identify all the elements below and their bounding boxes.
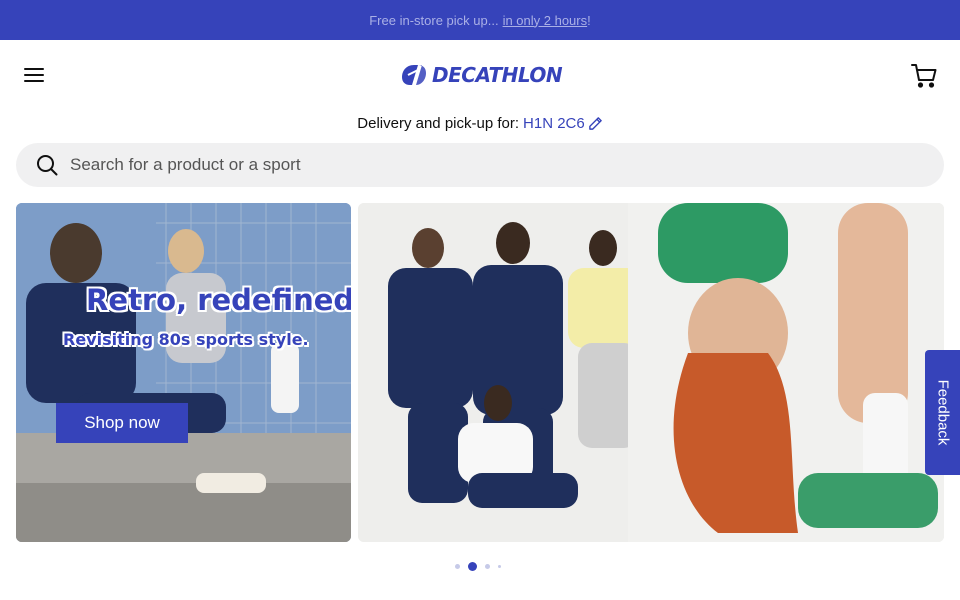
logo-text: DECATHLON — [432, 63, 563, 87]
promo-text: Free in-store pick up... — [369, 12, 499, 28]
delivery-location: Delivery and pick-up for: H1N 2C6 — [0, 112, 960, 134]
promo-suffix: ! — [587, 12, 591, 28]
site-header: DECATHLON — [0, 40, 960, 110]
hero-subtitle: Revisiting 80s sports style. — [63, 330, 309, 349]
postal-code: H1N 2C6 — [523, 114, 585, 132]
carousel-dot[interactable] — [455, 563, 460, 569]
delivery-label: Delivery and pick-up for: — [357, 114, 520, 132]
carousel-pagination — [455, 561, 520, 571]
postal-code-button[interactable]: H1N 2C6 — [523, 115, 603, 132]
search-input[interactable] — [70, 143, 920, 187]
hero-right-photo — [358, 203, 944, 542]
shop-now-button[interactable]: Shop now — [56, 403, 188, 443]
search-icon[interactable] — [36, 154, 58, 176]
hero-promo-image[interactable]: Retro, redefined Revisiting 80s sports s… — [16, 203, 351, 542]
decathlon-logo[interactable]: DECATHLON — [400, 62, 563, 88]
feedback-label: Feedback — [934, 379, 951, 446]
carousel-dot-active[interactable] — [468, 561, 477, 571]
search-bar — [16, 143, 944, 187]
hero-lifestyle-image[interactable] — [358, 203, 944, 542]
carousel-dot[interactable] — [498, 564, 501, 568]
promo-banner: Free in-store pick up... in only 2 hours… — [0, 0, 960, 40]
hero-left-photo — [16, 203, 351, 542]
carousel-dot[interactable] — [485, 563, 490, 569]
feedback-tab[interactable]: Feedback — [925, 350, 960, 475]
cart-icon[interactable] — [910, 61, 938, 89]
pencil-icon — [588, 116, 602, 130]
promo-link[interactable]: in only 2 hours — [503, 13, 588, 28]
hamburger-menu-icon[interactable] — [24, 64, 48, 86]
hero-title: Retro, redefined — [86, 283, 351, 317]
logo-mark-icon — [402, 65, 426, 85]
